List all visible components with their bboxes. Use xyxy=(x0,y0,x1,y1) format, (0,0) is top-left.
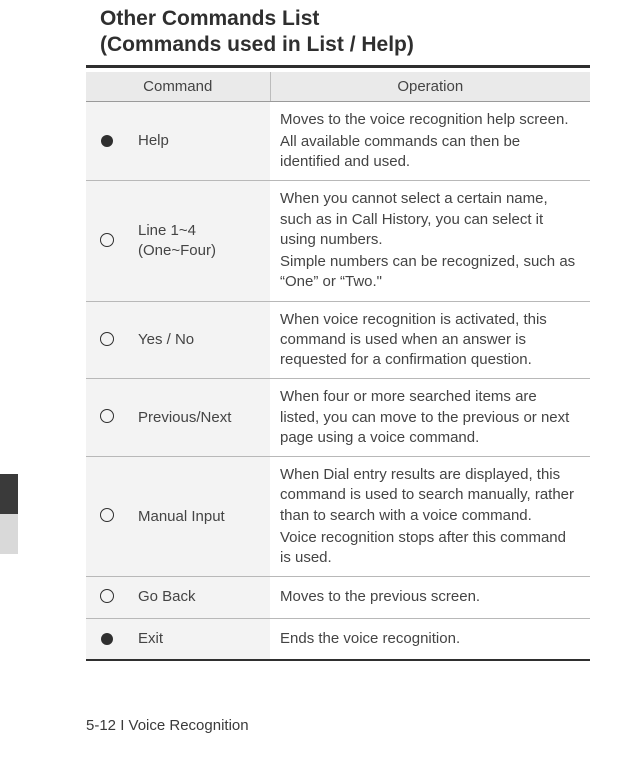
bullet-hollow-icon xyxy=(86,577,128,618)
command-label: Manual Input xyxy=(138,508,225,525)
bullet-hollow-icon xyxy=(86,379,128,457)
command-cell: Go Back xyxy=(128,577,270,618)
section-heading: Other Commands List (Commands used in Li… xyxy=(100,6,590,59)
operation-text: When you cannot select a certain name, s… xyxy=(280,189,580,250)
page-footer: 5-12 I Voice Recognition xyxy=(86,717,249,734)
bullet-hollow-icon xyxy=(86,181,128,301)
command-cell: Help xyxy=(128,101,270,181)
heading-line-2: (Commands used in List / Help) xyxy=(100,32,590,58)
command-cell: Manual Input xyxy=(128,457,270,577)
command-cell: Line 1~4 (One~Four) xyxy=(128,181,270,301)
command-cell: Previous/Next xyxy=(128,379,270,457)
commands-table: Command Operation Help Moves to the voice… xyxy=(86,72,590,661)
command-label: Yes / No xyxy=(138,331,194,348)
heading-line-1: Other Commands List xyxy=(100,6,590,32)
bullet-filled-icon xyxy=(86,101,128,181)
operation-cell: When Dial entry results are displayed, t… xyxy=(270,457,590,577)
operation-text: When four or more searched items are lis… xyxy=(280,387,580,448)
command-label: Previous/Next xyxy=(138,409,231,426)
side-tab-marks xyxy=(0,0,18,758)
operation-text: When Dial entry results are displayed, t… xyxy=(280,465,580,526)
operation-cell: When you cannot select a certain name, s… xyxy=(270,181,590,301)
commands-table-body: Help Moves to the voice recognition help … xyxy=(86,101,590,660)
operation-cell: Moves to the voice recognition help scre… xyxy=(270,101,590,181)
command-label: Help xyxy=(138,132,169,149)
heading-rule xyxy=(86,65,590,68)
bullet-hollow-icon xyxy=(86,457,128,577)
table-header-row: Command Operation xyxy=(86,72,590,102)
table-row: Previous/Next When four or more searched … xyxy=(86,379,590,457)
command-label: Line 1~4 xyxy=(138,222,196,239)
table-row: Line 1~4 (One~Four) When you cannot select… xyxy=(86,181,590,301)
operation-text: Voice recognition stops after this comma… xyxy=(280,528,580,569)
page: Other Commands List (Commands used in Li… xyxy=(0,0,618,758)
command-cell: Yes / No xyxy=(128,301,270,379)
operation-text: Moves to the previous screen. xyxy=(280,587,580,607)
table-row: Yes / No When voice recognition is activa… xyxy=(86,301,590,379)
operation-cell: Ends the voice recognition. xyxy=(270,618,590,660)
command-cell: Exit xyxy=(128,618,270,660)
bullet-filled-icon xyxy=(86,618,128,660)
operation-text: Simple numbers can be recognized, such a… xyxy=(280,252,580,293)
table-row: Help Moves to the voice recognition help … xyxy=(86,101,590,181)
col-header-operation: Operation xyxy=(270,72,590,102)
table-row: Manual Input When Dial entry results are … xyxy=(86,457,590,577)
operation-text: Moves to the voice recognition help scre… xyxy=(280,110,580,130)
operation-text: Ends the voice recognition. xyxy=(280,629,580,649)
col-header-command: Command xyxy=(86,72,270,102)
command-label: Go Back xyxy=(138,588,196,605)
operation-text: When voice recognition is activated, thi… xyxy=(280,310,580,371)
operation-cell: When voice recognition is activated, thi… xyxy=(270,301,590,379)
bullet-hollow-icon xyxy=(86,301,128,379)
table-row: Go Back Moves to the previous screen. xyxy=(86,577,590,618)
operation-cell: When four or more searched items are lis… xyxy=(270,379,590,457)
command-label: Exit xyxy=(138,630,163,647)
side-tab-dark xyxy=(0,474,18,514)
side-tab-light xyxy=(0,514,18,554)
table-row: Exit Ends the voice recognition. xyxy=(86,618,590,660)
command-sublabel: (One~Four) xyxy=(138,241,260,261)
operation-text: All available commands can then be ident… xyxy=(280,132,580,173)
operation-cell: Moves to the previous screen. xyxy=(270,577,590,618)
